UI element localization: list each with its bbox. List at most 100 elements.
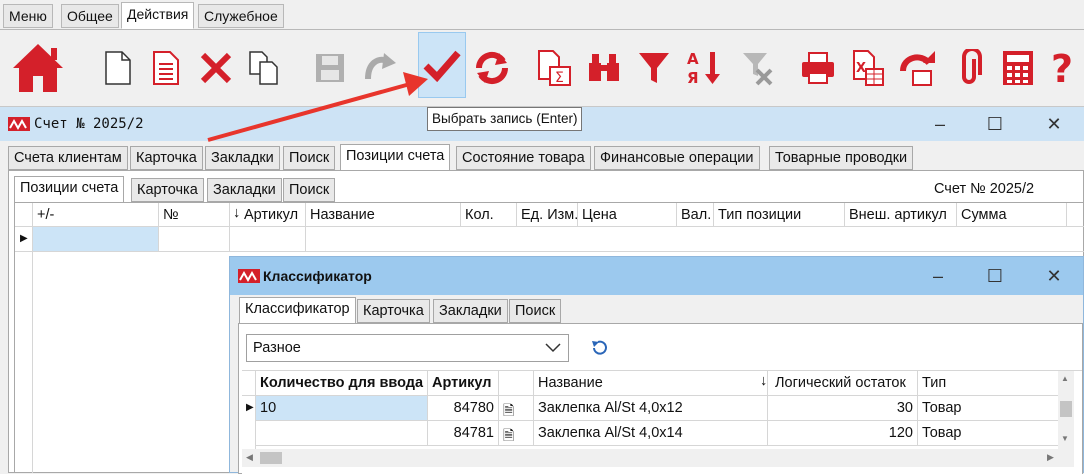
col-external-article[interactable]: Внеш. артикул (845, 203, 957, 227)
col-article[interactable]: ↓ Артикул (230, 203, 306, 227)
col-qty[interactable]: Кол. (461, 203, 517, 227)
tab-menu[interactable]: Меню (3, 4, 53, 28)
new-document-icon[interactable] (94, 38, 142, 98)
excel-export-icon[interactable]: X (844, 38, 892, 98)
app-logo-icon (238, 269, 260, 286)
col-price[interactable]: Цена (578, 203, 677, 227)
scrollbar-thumb[interactable] (1060, 401, 1072, 417)
attach-icon[interactable] (946, 38, 994, 98)
cell-input-quantity[interactable] (256, 421, 428, 446)
cell-article[interactable] (230, 227, 306, 251)
close-icon[interactable]: ✕ (1034, 109, 1074, 139)
tab-goods-postings[interactable]: Товарные проводки (769, 146, 914, 170)
classifier-tab-search[interactable]: Поиск (509, 299, 562, 323)
tooltip: Выбрать запись (Enter) (427, 107, 583, 131)
maximize-icon[interactable]: ☐ (975, 261, 1015, 291)
cell-article: 84780 (428, 396, 499, 421)
hscrollbar-thumb[interactable] (260, 452, 282, 464)
scroll-down-icon[interactable]: ▼ (1061, 434, 1069, 443)
tab-general[interactable]: Общее (61, 4, 119, 28)
cell-name: Заклепка Al/St 4,0x14 (534, 421, 768, 446)
col-number[interactable]: № (159, 203, 230, 227)
tab-client-invoices[interactable]: Счета клиентам (8, 146, 128, 170)
col-name[interactable]: Название (306, 203, 461, 227)
row-pointer-icon: ▶ (20, 233, 28, 244)
subtab-bookmarks[interactable]: Закладки (207, 178, 282, 202)
table-row[interactable]: ▶ 10 84780 🗎 Заклепка Al/St 4,0x12 30 То… (242, 396, 1070, 421)
tab-financial-operations[interactable]: Финансовые операции (594, 146, 760, 170)
classifier-title: Классификатор (263, 268, 372, 284)
reset-icon[interactable] (590, 339, 608, 358)
subtab-card[interactable]: Карточка (131, 178, 204, 202)
col-name[interactable]: Название (534, 371, 768, 396)
maximize-icon[interactable]: ☐ (975, 109, 1015, 139)
col-sum[interactable]: Сумма (957, 203, 1067, 227)
cell-number[interactable] (159, 227, 230, 251)
cell-name: Заклепка Al/St 4,0x12 (534, 396, 768, 421)
tab-card[interactable]: Карточка (130, 146, 203, 170)
top-tab-bar: Меню Общее Действия Служебное (0, 0, 1084, 30)
sort-icon[interactable]: АЯ (680, 38, 728, 98)
filter-icon[interactable] (630, 38, 678, 98)
classifier-window: Классификатор – ☐ ✕ Классификатор Карточ… (229, 256, 1084, 474)
tab-goods-status[interactable]: Состояние товара (456, 146, 591, 170)
help-icon[interactable]: ? (1044, 38, 1084, 98)
cell-plus-minus[interactable] (33, 227, 159, 251)
category-select[interactable]: Разное (246, 334, 569, 362)
col-input-quantity[interactable]: Количество для ввода (256, 371, 428, 396)
calculate-icon[interactable]: Σ (530, 38, 578, 98)
table-row[interactable]: ▶ (15, 227, 1084, 252)
minimize-icon[interactable]: – (920, 109, 960, 139)
subtab-invoice-items[interactable]: Позиции счета (14, 176, 125, 203)
col-document[interactable] (499, 371, 534, 396)
classifier-grid-header: Количество для ввода Артикул Название ↓ Л… (242, 371, 1070, 396)
tab-service[interactable]: Служебное (198, 4, 284, 28)
col-plus-minus[interactable]: +/- (33, 203, 159, 227)
home-icon[interactable] (8, 38, 68, 98)
close-icon[interactable]: ✕ (1034, 261, 1074, 291)
invoice-number-label: Счет № 2025/2 (934, 181, 1035, 197)
col-logical-stock[interactable]: ↓ Логический остаток (760, 371, 918, 396)
row-pointer-icon: ▶ (246, 402, 254, 413)
minimize-icon[interactable]: – (918, 261, 958, 291)
cell-type: Товар (918, 396, 1070, 421)
binoculars-icon[interactable] (580, 38, 628, 98)
svg-text:Я: Я (687, 69, 699, 87)
print-icon[interactable] (794, 38, 842, 98)
edit-document-icon[interactable] (142, 38, 190, 98)
classifier-tab-bookmarks[interactable]: Закладки (433, 299, 508, 323)
classifier-tab-card[interactable]: Карточка (357, 299, 430, 323)
cell-article: 84781 (428, 421, 499, 446)
chevron-down-icon (544, 337, 562, 361)
classifier-grid: Количество для ввода Артикул Название ↓ Л… (242, 370, 1082, 474)
cell-input-quantity[interactable]: 10 (256, 396, 428, 421)
scroll-left-icon[interactable]: ◀ (246, 452, 253, 463)
horizontal-scrollbar[interactable]: ◀ ▶ (242, 449, 1074, 467)
svg-text:А: А (687, 50, 699, 68)
col-unit[interactable]: Ед. Изм. (517, 203, 578, 227)
tab-actions[interactable]: Действия (121, 2, 195, 29)
col-currency[interactable]: Вал. (677, 203, 714, 227)
cell-document[interactable]: 🗎 (499, 421, 534, 446)
refresh-icon[interactable] (468, 38, 516, 98)
clear-filter-icon[interactable] (732, 38, 780, 98)
svg-text:X: X (856, 61, 866, 76)
vertical-scrollbar[interactable]: ▲ ▼ (1058, 371, 1074, 449)
svg-text:?: ? (1051, 48, 1073, 88)
cell-logical-stock: 120 (768, 421, 918, 446)
sort-arrow-icon: ↓ (760, 373, 768, 389)
cell-type: Товар (918, 421, 1070, 446)
col-article[interactable]: Артикул (428, 371, 499, 396)
document-icon: 🗎 (503, 427, 515, 443)
subtab-search[interactable]: Поиск (283, 178, 336, 202)
col-type[interactable]: Тип (918, 371, 1070, 396)
classifier-tab-classifier[interactable]: Классификатор (239, 297, 356, 324)
calculator-icon[interactable] (994, 38, 1042, 98)
table-row[interactable]: 84781 🗎 Заклепка Al/St 4,0x14 120 Товар (242, 421, 1070, 446)
invoice-window-title: Счет № 2025/2 (34, 116, 144, 132)
cell-document[interactable]: 🗎 (499, 396, 534, 421)
goto-icon[interactable] (894, 38, 942, 98)
col-position-type[interactable]: Тип позиции (714, 203, 845, 227)
scroll-right-icon[interactable]: ▶ (1047, 452, 1054, 463)
scroll-up-icon[interactable]: ▲ (1061, 374, 1069, 383)
